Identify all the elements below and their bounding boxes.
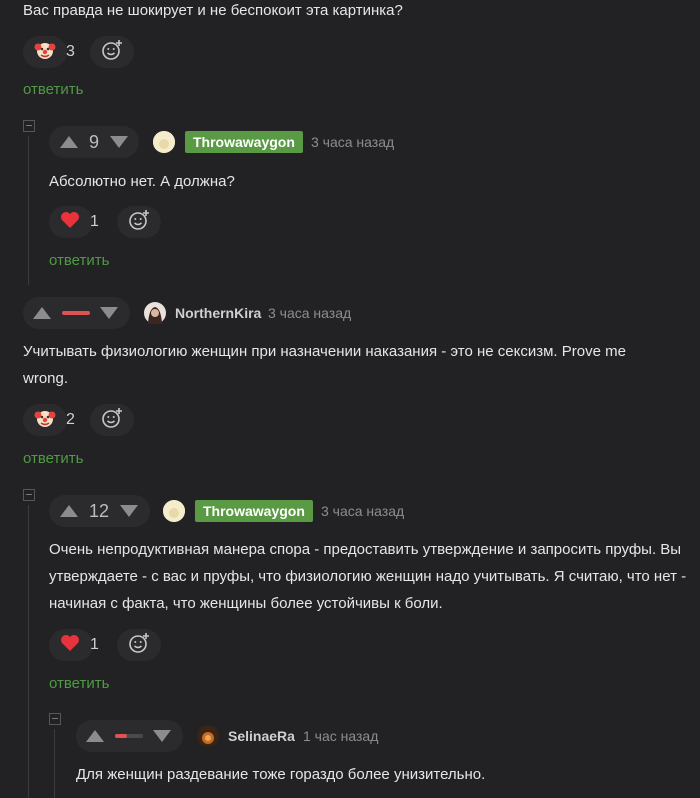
heart-icon <box>60 634 80 657</box>
vote-box <box>23 297 130 329</box>
upvote-icon[interactable] <box>60 505 78 517</box>
heart-icon <box>60 211 80 234</box>
comment-text: Абсолютно нет. А должна? <box>49 173 235 190</box>
reply-link[interactable]: ответить <box>49 675 109 692</box>
author-name[interactable]: SelinaeRa <box>228 728 295 744</box>
add-reaction-button[interactable] <box>90 36 134 68</box>
collapse-toggle[interactable] <box>49 713 61 725</box>
reaction-count: 3 <box>66 43 75 60</box>
vote-score: 12 <box>89 501 110 521</box>
comment-text: Вас правда не шокирует и не беспокоит эт… <box>23 2 403 19</box>
vote-score: 9 <box>89 132 100 152</box>
vote-box <box>76 720 183 752</box>
reaction-pill[interactable]: 1 <box>49 629 99 661</box>
avatar[interactable] <box>163 500 185 522</box>
clown-face-icon <box>34 407 56 434</box>
comment-text: Учитывать физиологию женщин при назначен… <box>23 343 626 387</box>
thread-line <box>28 505 29 798</box>
author-name[interactable]: Throwawaygon <box>185 131 303 153</box>
downvote-icon[interactable] <box>110 136 128 148</box>
reaction-count: 1 <box>90 636 99 653</box>
comment-text: Для женщин раздевание тоже гораздо более… <box>76 766 486 783</box>
reply-link[interactable]: ответить <box>23 81 83 98</box>
add-reaction-icon <box>128 632 150 659</box>
reaction-count: 2 <box>66 411 75 428</box>
add-reaction-button[interactable] <box>117 629 161 661</box>
add-reaction-icon <box>128 209 150 236</box>
reaction-pill[interactable]: 1 <box>49 206 99 238</box>
negative-score-fill <box>115 734 127 738</box>
comment-time[interactable]: 3 часа назад <box>268 305 351 321</box>
downvote-icon[interactable] <box>120 505 138 517</box>
downvote-icon[interactable] <box>153 730 171 742</box>
author-name[interactable]: Throwawaygon <box>195 500 313 522</box>
reply-link[interactable]: ответить <box>23 450 83 467</box>
upvote-icon[interactable] <box>33 307 51 319</box>
collapse-toggle[interactable] <box>23 120 35 132</box>
clown-face-icon <box>34 39 56 66</box>
thread-line <box>28 136 29 285</box>
upvote-icon[interactable] <box>86 730 104 742</box>
reaction-pill[interactable]: 2 <box>23 404 75 436</box>
vote-box: 9 <box>49 126 139 158</box>
thread-line <box>54 729 55 798</box>
vote-box: 12 <box>49 495 150 527</box>
comment-text: Очень непродуктивная манера спора - пред… <box>49 541 687 612</box>
collapse-toggle[interactable] <box>23 489 35 501</box>
downvote-icon[interactable] <box>100 307 118 319</box>
comment-time[interactable]: 1 час назад <box>303 728 378 744</box>
add-reaction-button[interactable] <box>117 206 161 238</box>
avatar[interactable] <box>197 725 219 747</box>
add-reaction-icon <box>101 407 123 434</box>
negative-score-bar <box>62 311 90 315</box>
comment-time[interactable]: 3 часа назад <box>311 134 394 150</box>
score-bar <box>115 734 143 738</box>
avatar[interactable] <box>153 131 175 153</box>
reaction-pill[interactable]: 3 <box>23 36 75 68</box>
reply-link[interactable]: ответить <box>49 252 109 269</box>
add-reaction-icon <box>101 39 123 66</box>
author-name[interactable]: NorthernKira <box>175 305 261 321</box>
add-reaction-button[interactable] <box>90 404 134 436</box>
avatar[interactable] <box>144 302 166 324</box>
comment-time[interactable]: 3 часа назад <box>321 503 404 519</box>
upvote-icon[interactable] <box>60 136 78 148</box>
reaction-count: 1 <box>90 213 99 230</box>
